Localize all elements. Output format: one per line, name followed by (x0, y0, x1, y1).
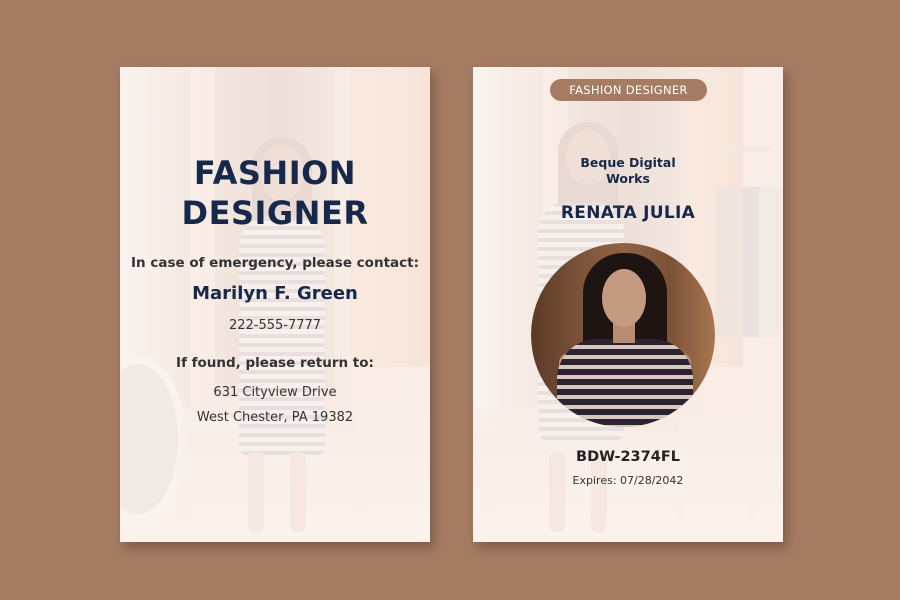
id-card-front: FASHION DESIGNER Beque Digital Works REN… (473, 67, 783, 542)
contact-phone: 222-555-7777 (228, 318, 322, 333)
role-badge: FASHION DESIGNER (550, 79, 707, 101)
employee-id-code: BDW-2374FL (576, 449, 680, 465)
white-overlay (120, 67, 430, 542)
portrait-photo-icon (531, 243, 715, 427)
card-title: FASHION DESIGNER (120, 153, 430, 233)
address-line-2: West Chester, PA 19382 (196, 410, 354, 425)
title-line-2: DESIGNER (181, 194, 369, 232)
company-line-2: Works (606, 171, 650, 186)
address-line-1: 631 Cityview Drive (213, 385, 337, 400)
id-card-back: FASHION DESIGNER In case of emergency, p… (120, 67, 430, 542)
return-label: If found, please return to: (176, 355, 374, 371)
emergency-label: In case of emergency, please contact: (131, 255, 419, 271)
employee-name: RENATA JULIA (560, 203, 696, 223)
company-line-1: Beque Digital (580, 155, 676, 170)
company-name: Beque Digital Works (473, 155, 783, 187)
title-line-1: FASHION (193, 154, 357, 192)
contact-name: Marilyn F. Green (192, 283, 358, 304)
expiry-date: Expires: 07/28/2042 (572, 474, 684, 487)
